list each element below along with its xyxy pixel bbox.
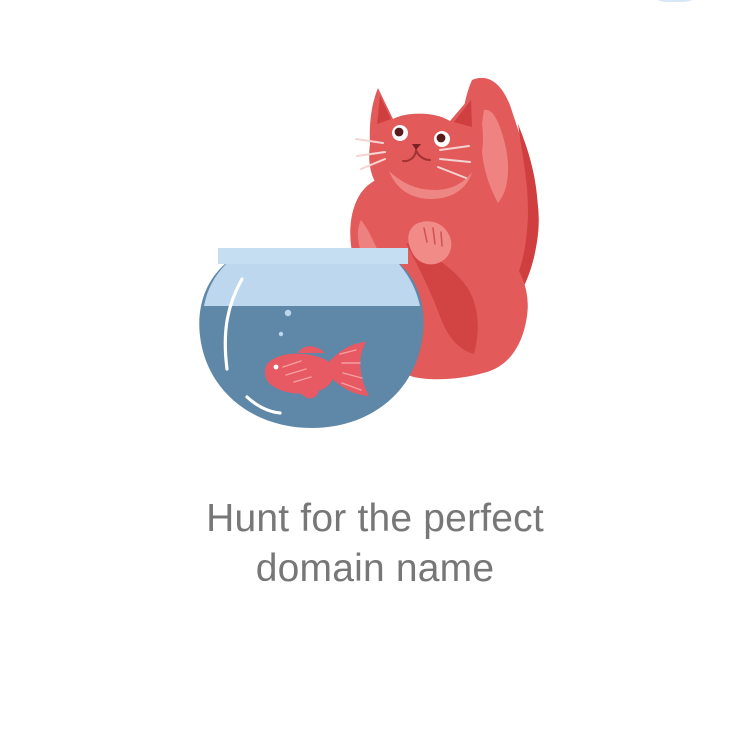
fishbowl-rim-icon [218, 248, 408, 264]
cat-fishbowl-svg [199, 77, 539, 428]
onboarding-title-line-1: Hunt for the perfect [206, 497, 544, 540]
onboarding-title: Hunt for the perfect domain name [75, 494, 675, 594]
bubble-icon [284, 309, 292, 317]
onboarding-title-line-2: domain name [255, 547, 495, 590]
top-corner-shape [648, 0, 702, 2]
cat-pupil-right-icon [436, 133, 446, 143]
hero-illustration [180, 58, 570, 458]
bubble-icon [278, 331, 284, 337]
cat-pupil-left-icon [394, 127, 404, 137]
onboarding-screen: Hunt for the perfect domain name [0, 0, 750, 748]
